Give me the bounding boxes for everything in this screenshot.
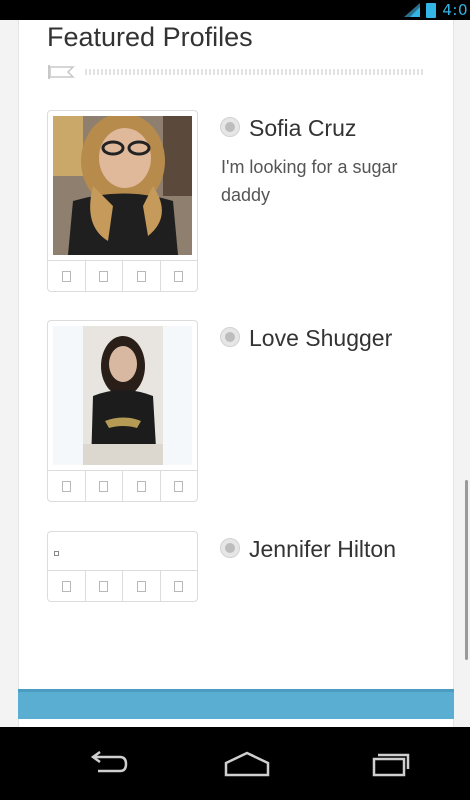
profile-card[interactable]: Sofia Cruz I'm looking for a sugar daddy	[47, 110, 427, 295]
action-2-icon	[99, 480, 109, 492]
profile-photo[interactable]	[53, 116, 192, 255]
action-2-icon	[99, 580, 109, 592]
profile-name[interactable]: Sofia Cruz	[249, 115, 356, 142]
profile-action-button[interactable]	[123, 571, 161, 601]
featured-profiles-panel: Featured Profiles Sofia Cruz I'm looking…	[18, 20, 454, 727]
back-button[interactable]	[76, 739, 136, 789]
profile-action-button[interactable]	[48, 571, 86, 601]
profile-action-button[interactable]	[86, 571, 123, 601]
profile-action-button[interactable]	[86, 261, 123, 291]
navigation-bar	[0, 727, 470, 800]
profile-photo-image	[53, 116, 192, 255]
recent-apps-button[interactable]	[360, 739, 420, 789]
profile-actions	[48, 260, 197, 291]
back-icon	[90, 751, 128, 773]
profile-photo-frame	[47, 110, 198, 292]
profile-action-button[interactable]	[123, 261, 161, 291]
action-1-icon	[61, 480, 71, 492]
title-divider	[85, 69, 425, 75]
action-4-icon	[174, 480, 184, 492]
profile-name[interactable]: Love Shugger	[249, 325, 392, 352]
profile-actions	[48, 570, 197, 601]
action-3-icon	[136, 480, 146, 492]
profile-card[interactable]: Love Shugger	[47, 320, 427, 505]
status-icons: 4:0	[404, 0, 470, 20]
status-clock: 4:0	[442, 1, 468, 19]
app-screen[interactable]: Featured Profiles Sofia Cruz I'm looking…	[0, 20, 470, 727]
section-title: Featured Profiles	[47, 22, 253, 52]
profile-card[interactable]: Jennifer Hilton	[47, 531, 427, 606]
status-bar: 4:0	[0, 0, 470, 20]
action-1-icon	[61, 580, 71, 592]
profile-action-button[interactable]	[161, 261, 198, 291]
home-button[interactable]	[217, 739, 277, 789]
home-icon	[224, 751, 270, 777]
profile-photo[interactable]	[53, 326, 192, 465]
profile-action-button[interactable]	[161, 471, 198, 501]
profile-action-button[interactable]	[86, 471, 123, 501]
profile-action-button[interactable]	[48, 471, 86, 501]
online-status-icon	[220, 327, 240, 347]
profile-actions	[48, 470, 197, 501]
profile-name[interactable]: Jennifer Hilton	[249, 536, 396, 563]
profile-bio: I'm looking for a sugar daddy	[221, 157, 398, 205]
scrollbar[interactable]	[465, 480, 468, 660]
broken-image-icon	[54, 551, 59, 556]
battery-icon	[426, 2, 437, 18]
profile-action-button[interactable]	[123, 471, 161, 501]
action-3-icon	[136, 580, 146, 592]
online-status-icon	[220, 538, 240, 558]
recent-apps-icon	[372, 753, 410, 777]
action-4-icon	[174, 580, 184, 592]
action-1-icon	[61, 270, 71, 282]
bottom-action-bar[interactable]	[18, 689, 454, 719]
profile-action-button[interactable]	[161, 571, 198, 601]
action-2-icon	[99, 270, 109, 282]
action-4-icon	[174, 270, 184, 282]
profile-photo-frame	[47, 531, 198, 602]
profile-photo-image	[53, 326, 192, 465]
online-status-icon	[220, 117, 240, 137]
profile-action-button[interactable]	[48, 261, 86, 291]
profile-photo[interactable]	[48, 532, 197, 570]
flag-icon	[48, 65, 75, 79]
profile-photo-frame	[47, 320, 198, 502]
signal-icon	[404, 3, 421, 17]
action-3-icon	[136, 270, 146, 282]
